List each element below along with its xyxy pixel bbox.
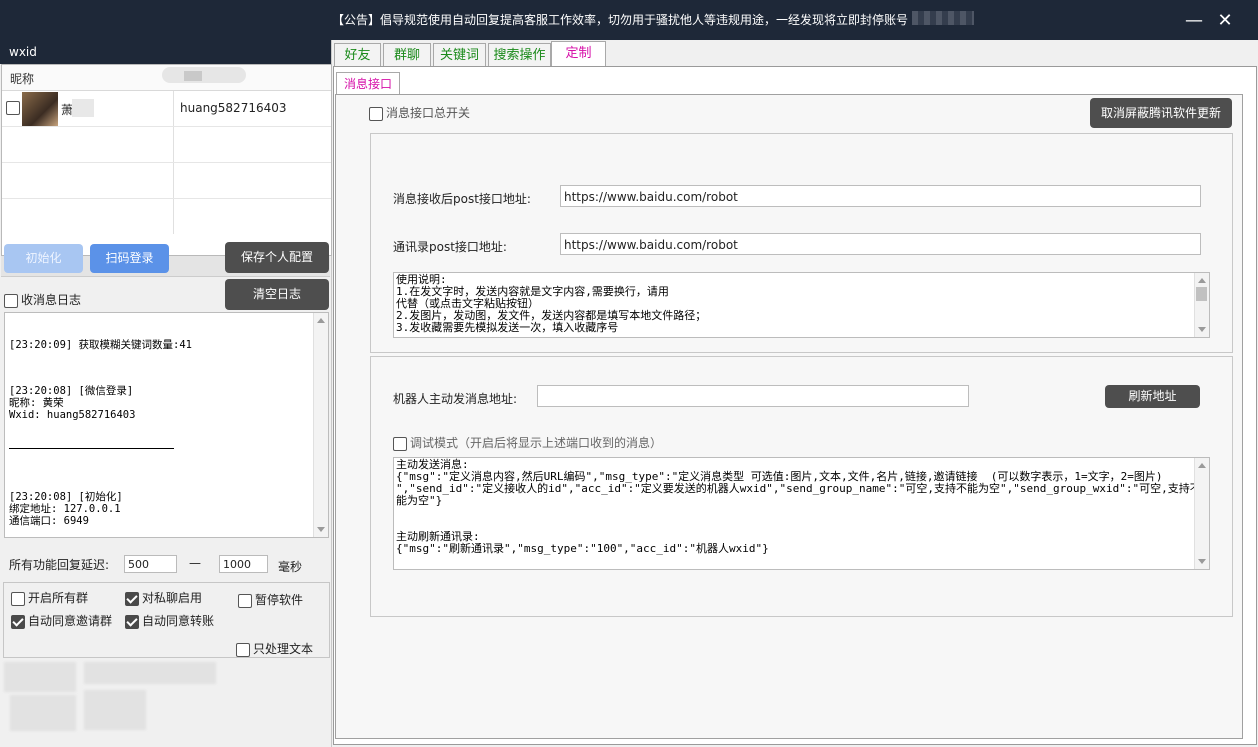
usage-instructions[interactable]: 使用说明: 1.在发文字时，发送内容就是文字内容,需要换行，请用 代替（或点击文… — [393, 272, 1210, 338]
auto-accept-group-option[interactable]: 自动同意邀请群 — [11, 612, 112, 629]
usage-scrollbar[interactable] — [1194, 273, 1209, 337]
receive-log-checkbox[interactable] — [4, 293, 18, 308]
master-switch-label: 消息接口总开关 — [386, 106, 471, 120]
auto-accept-transfer-label: 自动同意转账 — [142, 614, 215, 628]
post-url-input[interactable]: https://www.baidu.com/robot — [560, 185, 1201, 207]
redacted-header — [162, 67, 246, 83]
tab-custom[interactable]: 定制 — [551, 41, 606, 67]
robot-url-input[interactable] — [537, 385, 969, 407]
delay-label: 所有功能回复延迟: — [9, 558, 110, 572]
contacts-url-input[interactable]: https://www.baidu.com/robot — [560, 233, 1201, 255]
log-scrollbar[interactable] — [313, 313, 328, 537]
init-button[interactable]: 初始化 — [4, 244, 83, 273]
tab-groups[interactable]: 群聊 — [383, 43, 431, 67]
log-entry: [23:20:08] [初始化] 绑定地址: 127.0.0.1 通信端口: 6… — [9, 491, 123, 527]
row-checkbox[interactable] — [6, 101, 20, 115]
usage-text: 使用说明: 1.在发文字时，发送内容就是文字内容,需要换行，请用 代替（或点击文… — [396, 273, 707, 334]
receive-log-label: 收消息日志 — [21, 293, 82, 307]
text-only-option[interactable]: 只处理文本 — [236, 640, 313, 657]
private-enable-label: 对私聊启用 — [142, 591, 203, 605]
redacted-nickname — [72, 99, 94, 117]
auto-accept-transfer-option[interactable]: 自动同意转账 — [125, 612, 214, 629]
auto-accept-group-label: 自动同意邀请群 — [28, 614, 113, 628]
grid-header: 昵称 — [2, 65, 331, 91]
qr-login-button[interactable]: 扫码登录 — [90, 244, 169, 273]
wxid-label: wxid — [9, 45, 37, 59]
robot-url-label: 机器人主动发消息地址: — [393, 392, 518, 406]
api-doc-text[interactable]: 主动发送消息: {"msg":"定义消息内容,然后URL编码","msg_typ… — [393, 457, 1210, 570]
left-panel: wxid 昵称 萧 huang582716403 初始化 扫码登录 保存个人配置… — [0, 40, 332, 747]
delay-min-input[interactable]: 500 — [124, 555, 177, 573]
redacted-account — [912, 11, 974, 25]
cancel-block-update-button[interactable]: 取消屏蔽腾讯软件更新 — [1090, 98, 1232, 128]
master-switch-option[interactable]: 消息接口总开关 — [369, 104, 470, 121]
open-all-groups-label: 开启所有群 — [28, 591, 89, 605]
redacted-area — [4, 662, 76, 692]
minimize-icon[interactable]: — — [1181, 8, 1207, 34]
log-entry: [23:20:08] [微信登录] 昵称: 黄荣 Wxid: huang5827… — [9, 385, 136, 421]
open-all-groups-option[interactable]: 开启所有群 — [11, 589, 88, 606]
account-band: wxid — [0, 40, 331, 64]
tab-keywords[interactable]: 关键词 — [433, 43, 486, 67]
subtab-message-interface[interactable]: 消息接口 — [336, 72, 400, 95]
table-row — [2, 199, 331, 234]
send-doc-text: 主动发送消息: {"msg":"定义消息内容,然后URL编码","msg_typ… — [396, 458, 1201, 555]
delay-max-input[interactable]: 1000 — [219, 555, 268, 573]
pause-software-option[interactable]: 暂停软件 — [238, 591, 303, 608]
redacted-area — [84, 690, 146, 730]
tab-friends[interactable]: 好友 — [334, 43, 381, 67]
private-enable-option[interactable]: 对私聊启用 — [125, 589, 202, 606]
contacts-url-label: 通讯录post接口地址: — [393, 240, 507, 254]
master-switch-checkbox[interactable] — [369, 106, 383, 121]
receive-log-toggle[interactable]: 收消息日志 — [4, 291, 81, 308]
title-bar: 【公告】倡导规范使用自动回复提高客服工作效率，切勿用于骚扰他人等违规用途，一经发… — [0, 0, 1258, 40]
redacted-area — [84, 662, 216, 684]
table-row — [2, 127, 331, 163]
log-entry: [23:20:09] 获取模糊关键词数量:41 — [9, 339, 193, 351]
delay-unit: 毫秒 — [278, 560, 303, 574]
refresh-address-button[interactable]: 刷新地址 — [1105, 385, 1200, 408]
delay-dash: — — [189, 556, 201, 570]
pause-software-label: 暂停软件 — [255, 593, 304, 607]
row-wxid: huang582716403 — [180, 101, 287, 115]
post-url-label: 消息接收后post接口地址: — [393, 192, 531, 206]
save-config-button[interactable]: 保存个人配置 — [225, 242, 329, 273]
doc-scrollbar[interactable] — [1194, 458, 1209, 569]
log-output[interactable]: [23:20:09] 获取模糊关键词数量:41 [23:20:08] [微信登录… — [4, 312, 329, 538]
close-icon[interactable]: ✕ — [1212, 8, 1238, 34]
options-box: 开启所有群 对私聊启用 暂停软件 自动同意邀请群 自动同意转账 只处理文本 — [3, 582, 330, 658]
announcement-text: 【公告】倡导规范使用自动回复提高客服工作效率，切勿用于骚扰他人等违规用途，一经发… — [332, 13, 909, 27]
clear-log-button[interactable]: 清空日志 — [225, 279, 329, 310]
redacted-area — [10, 695, 76, 731]
debug-mode-option[interactable]: 调试模式（开启后将显示上述端口收到的消息） — [393, 434, 662, 451]
tab-search[interactable]: 搜索操作 — [488, 43, 551, 67]
text-only-label: 只处理文本 — [253, 642, 314, 656]
debug-mode-label: 调试模式（开启后将显示上述端口收到的消息） — [410, 436, 663, 450]
debug-mode-checkbox[interactable] — [393, 436, 407, 451]
account-grid: 昵称 萧 huang582716403 — [1, 64, 332, 256]
table-row — [2, 163, 331, 199]
avatar — [22, 92, 58, 126]
nickname-column-header: 昵称 — [10, 72, 35, 86]
table-row[interactable]: 萧 huang582716403 — [2, 91, 331, 127]
